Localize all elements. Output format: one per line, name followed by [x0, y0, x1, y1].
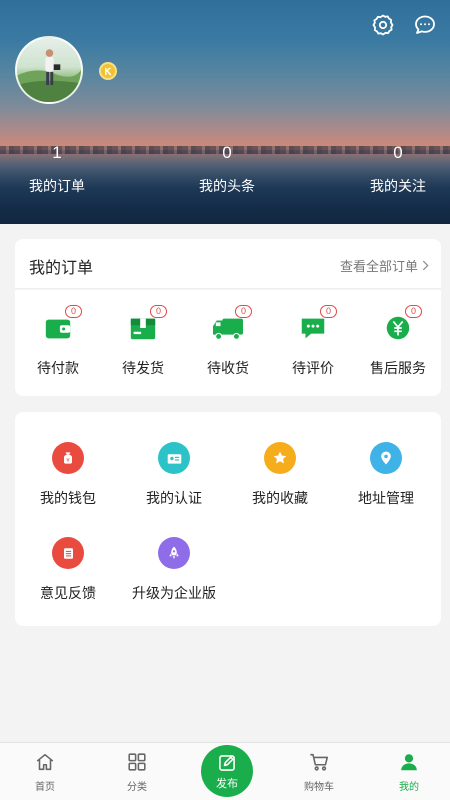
- order-label: 待评价: [292, 361, 334, 377]
- tab-cart[interactable]: 购物车: [284, 751, 354, 793]
- chevron-right-icon: [422, 260, 429, 271]
- stat-my-orders[interactable]: 1 我的订单: [2, 142, 112, 197]
- money-bag-icon: ¥: [52, 442, 84, 474]
- order-pending-receipt[interactable]: 0 待收货: [185, 305, 271, 378]
- vip-k-badge-icon: [99, 62, 117, 80]
- stat-value: 0: [393, 143, 403, 162]
- edit-icon: [219, 755, 235, 771]
- order-label: 待付款: [37, 361, 79, 377]
- grid-icon: [128, 753, 146, 771]
- order-count-badge: 0: [235, 305, 252, 318]
- stat-label: 我的头条: [199, 179, 255, 195]
- avatar[interactable]: [15, 36, 83, 104]
- star-icon: [264, 442, 296, 474]
- svg-text:¥: ¥: [66, 458, 70, 464]
- profile-header: 1 我的订单 0 我的头条 0 我的关注: [0, 0, 450, 224]
- view-all-orders-link[interactable]: 查看全部订单: [340, 256, 429, 275]
- order-pending-shipment[interactable]: 0 待发货: [100, 305, 186, 378]
- orders-title: 我的订单: [29, 258, 94, 277]
- stat-my-headlines[interactable]: 0 我的头条: [172, 142, 282, 197]
- service-my-favorites[interactable]: 我的收藏: [227, 442, 333, 508]
- service-label: 升级为企业版: [132, 586, 216, 602]
- services-grid: ¥ 我的钱包 我的认证 我的收藏 地址管理 意见反馈 升级为企业版: [15, 412, 441, 626]
- service-label: 地址管理: [358, 491, 414, 507]
- tab-label: 分类: [127, 782, 147, 793]
- stat-value: 0: [222, 143, 232, 162]
- location-pin-icon: [370, 442, 402, 474]
- publish-button[interactable]: 发布: [201, 745, 253, 797]
- service-label: 我的认证: [146, 491, 202, 507]
- home-icon: [36, 753, 54, 771]
- user-icon: [401, 754, 417, 771]
- order-after-sales[interactable]: 0 售后服务: [355, 305, 441, 378]
- tab-label: 我的: [399, 782, 419, 793]
- stat-my-follows[interactable]: 0 我的关注: [343, 142, 450, 197]
- orders-card-header: 我的订单 查看全部订单: [15, 239, 441, 289]
- view-all-orders-label: 查看全部订单: [339, 260, 418, 275]
- orders-status-row: 0 待付款 0 待发货 0 待收货 0 待评价 0 售后服务: [15, 290, 441, 396]
- order-pending-review[interactable]: 0 待评价: [270, 305, 356, 378]
- cart-icon: [310, 753, 329, 771]
- order-label: 售后服务: [370, 361, 426, 377]
- stat-label: 我的关注: [370, 179, 426, 195]
- stat-value: 1: [52, 143, 62, 162]
- tab-home[interactable]: 首页: [10, 751, 80, 793]
- rocket-icon: [158, 537, 190, 569]
- order-count-badge: 0: [65, 305, 82, 318]
- tab-label: 购物车: [304, 782, 334, 793]
- chat-bubble-icon[interactable]: [412, 12, 438, 38]
- order-count-badge: 0: [405, 305, 422, 318]
- stat-label: 我的订单: [29, 179, 85, 195]
- order-count-badge: 0: [320, 305, 337, 318]
- service-my-certification[interactable]: 我的认证: [121, 442, 227, 508]
- order-label: 待收货: [207, 361, 249, 377]
- order-label: 待发货: [122, 361, 164, 377]
- id-card-icon: [158, 442, 190, 474]
- service-label: 我的钱包: [40, 491, 96, 507]
- feedback-list-icon: [52, 537, 84, 569]
- order-pending-payment[interactable]: 0 待付款: [15, 305, 101, 378]
- tab-category[interactable]: 分类: [102, 751, 172, 793]
- service-upgrade-enterprise[interactable]: 升级为企业版: [121, 537, 227, 603]
- order-count-badge: 0: [150, 305, 167, 318]
- gear-icon[interactable]: [370, 12, 396, 38]
- service-feedback[interactable]: 意见反馈: [15, 537, 121, 603]
- tab-label: 首页: [35, 782, 55, 793]
- service-my-wallet[interactable]: ¥ 我的钱包: [15, 442, 121, 508]
- service-label: 意见反馈: [40, 586, 96, 602]
- service-address-management[interactable]: 地址管理: [333, 442, 439, 508]
- tab-mine[interactable]: 我的: [374, 751, 444, 793]
- service-label: 我的收藏: [252, 491, 308, 507]
- publish-label: 发布: [216, 777, 238, 790]
